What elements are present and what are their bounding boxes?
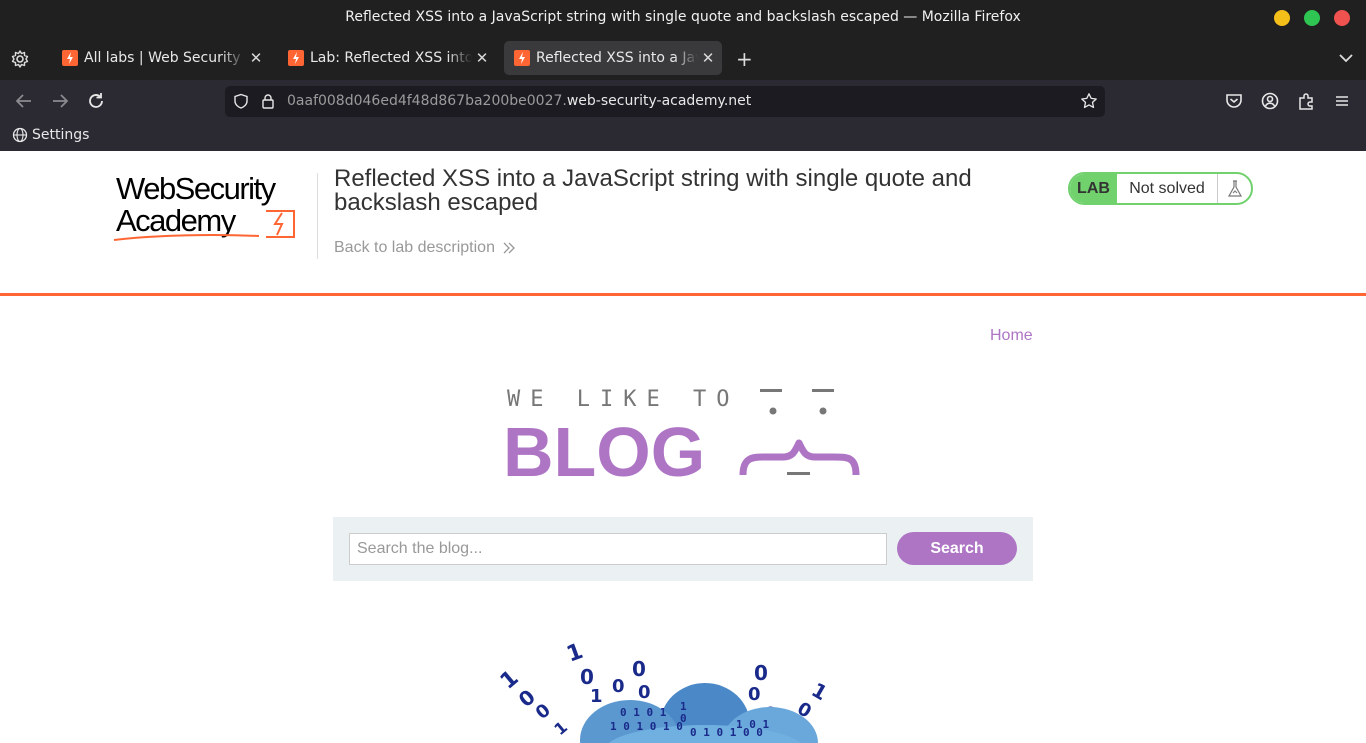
logo-text-line2: Academy [116, 203, 237, 238]
tab-label: Reflected XSS into a JavaScript string [536, 50, 698, 66]
bookmarks-toolbar: Settings [0, 122, 1366, 151]
minimize-button[interactable] [1274, 10, 1290, 26]
close-tab-icon[interactable]: ✕ [472, 49, 492, 67]
shield-icon[interactable] [233, 93, 249, 109]
svg-text:1: 1 [590, 686, 603, 707]
burp-favicon-icon [62, 50, 78, 66]
account-icon[interactable] [1259, 90, 1281, 112]
blog-post-image[interactable]: 1 0 0 1 1 0 1 0 0 0 0 0 0 1 0 0 0 1 0 1 … [490, 640, 980, 743]
home-link[interactable]: Home [990, 327, 1033, 345]
back-to-lab-description-link[interactable]: Back to lab description [334, 239, 515, 257]
close-tab-icon[interactable]: ✕ [698, 49, 718, 67]
svg-text:0 1 0 1: 0 1 0 1 [620, 706, 667, 719]
url-subdomain: 0aaf008d046ed4f48d867ba200be0027. [287, 93, 567, 109]
lab-status-tag: LAB [1070, 174, 1117, 203]
search-panel: Search [333, 517, 1033, 581]
lab-status-text: Not solved [1129, 179, 1205, 197]
logo-divider [317, 173, 318, 259]
menu-hamburger-icon[interactable] [1331, 90, 1353, 112]
blog-logo-word: BLOG [503, 413, 705, 481]
tab-lab-description[interactable]: Lab: Reflected XSS into a JavaScript str… [278, 41, 496, 75]
new-tab-plus-icon[interactable]: + [736, 47, 753, 71]
flask-icon [1227, 179, 1242, 197]
svg-text:1 0 1: 1 0 1 [736, 718, 769, 731]
svg-text:0: 0 [638, 682, 651, 703]
burp-favicon-icon [288, 50, 304, 66]
blog-logo-tagline: WE LIKE TO [507, 387, 739, 412]
lab-title: Reflected XSS into a JavaScript string w… [334, 165, 972, 216]
forward-arrow-icon[interactable] [49, 90, 71, 112]
globe-icon [12, 127, 28, 143]
reload-icon[interactable] [85, 90, 107, 112]
bookmark-star-icon[interactable] [1080, 92, 1098, 110]
we-like-to-blog-logo: WE LIKE TO BLOG [503, 387, 860, 481]
logo-text-line1: WebSecurity [116, 171, 277, 206]
window-titlebar: Reflected XSS into a JavaScript string w… [0, 0, 1366, 36]
lock-icon[interactable] [261, 93, 275, 109]
extensions-icon[interactable] [1295, 90, 1317, 112]
svg-text:0: 0 [632, 657, 646, 681]
burp-favicon-icon [514, 50, 530, 66]
svg-text:1: 1 [564, 640, 587, 668]
maximize-button[interactable] [1304, 10, 1320, 26]
back-arrow-icon[interactable] [13, 90, 35, 112]
pocket-icon[interactable] [1223, 90, 1245, 112]
url-text[interactable]: 0aaf008d046ed4f48d867ba200be0027.web-sec… [287, 93, 751, 109]
back-link-label: Back to lab description [334, 239, 495, 256]
search-input[interactable] [349, 533, 887, 565]
tab-label: Lab: Reflected XSS into a JavaScript str… [310, 50, 472, 66]
lab-header: WebSecurity Academy Reflected XSS into a… [0, 151, 1366, 296]
gear-icon[interactable] [10, 49, 30, 69]
tab-label: All labs | Web Security Academy [84, 50, 246, 66]
bookmark-label: Settings [32, 127, 90, 143]
svg-text:1 0 1 0 1 0: 1 0 1 0 1 0 [610, 720, 683, 733]
chevron-down-icon[interactable] [1336, 48, 1356, 68]
lab-status-widget: LAB Not solved [1068, 172, 1253, 205]
flask-icon-container [1217, 174, 1251, 203]
svg-text:0: 0 [754, 661, 768, 685]
window-title: Reflected XSS into a JavaScript string w… [345, 9, 1021, 25]
svg-text:0: 0 [680, 712, 687, 725]
tab-current-lab[interactable]: Reflected XSS into a JavaScript string ✕ [504, 41, 722, 75]
svg-text:0: 0 [612, 676, 625, 697]
double-chevron-right-icon [503, 242, 515, 254]
search-button[interactable]: Search [897, 532, 1017, 565]
close-tab-icon[interactable]: ✕ [246, 49, 266, 67]
close-window-button[interactable] [1334, 10, 1350, 26]
address-bar[interactable]: 0aaf008d046ed4f48d867ba200be0027.web-sec… [225, 86, 1105, 117]
bookmark-settings[interactable]: Settings [12, 127, 89, 143]
url-host: web-security-academy.net [566, 93, 752, 109]
tab-all-labs[interactable]: All labs | Web Security Academy ✕ [52, 41, 270, 75]
svg-text:1: 1 [550, 717, 571, 739]
web-security-academy-logo[interactable]: WebSecurity Academy [114, 171, 319, 243]
svg-text:0: 0 [748, 684, 761, 705]
